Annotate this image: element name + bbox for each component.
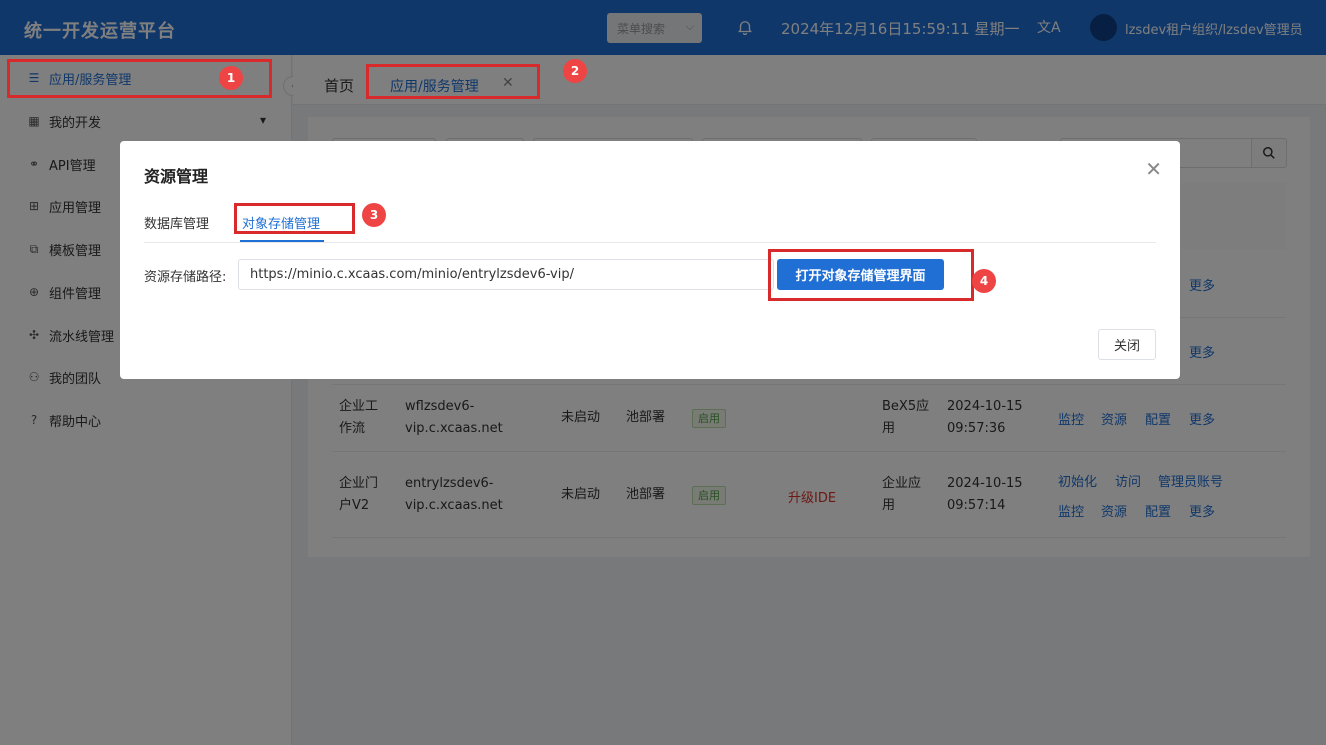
tab-divider (144, 242, 1156, 243)
annotation-number: 2 (563, 59, 587, 83)
annotation-box (768, 249, 974, 301)
dialog-title: 资源管理 (144, 167, 209, 186)
annotation-box (366, 64, 540, 99)
storage-path-label: 资源存储路径: (144, 270, 227, 285)
annotation-number: 3 (362, 203, 386, 227)
storage-path-input[interactable] (238, 259, 774, 290)
tab-database-manage[interactable]: 数据库管理 (144, 213, 209, 232)
resource-manage-dialog: 资源管理 ✕ 数据库管理 对象存储管理 资源存储路径: 打开对象存储管理界面 关… (120, 141, 1180, 379)
annotation-box (234, 203, 355, 234)
annotation-number: 1 (219, 66, 243, 90)
annotation-number: 4 (972, 269, 996, 293)
close-icon[interactable]: ✕ (1145, 157, 1162, 181)
close-dialog-button[interactable]: 关闭 (1098, 329, 1156, 360)
